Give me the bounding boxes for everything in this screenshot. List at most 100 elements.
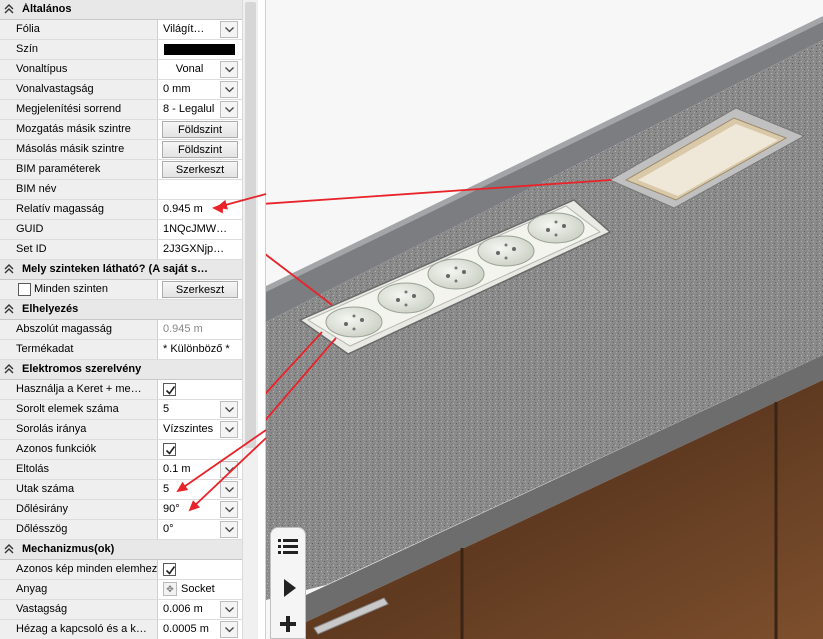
chevron-down-icon[interactable] [220, 61, 238, 78]
property-row-sorolas-iranya: Sorolás iránya Vízszintes [0, 420, 242, 440]
property-value[interactable]: 0.945 m [159, 200, 242, 219]
property-label: Másolás másik szintre [0, 140, 158, 159]
property-row-guid: GUID 1NQcJMW… [0, 220, 242, 240]
panel-scrollbar[interactable] [242, 0, 258, 639]
chevron-down-icon[interactable] [220, 81, 238, 98]
list-icon[interactable] [274, 532, 302, 560]
combo-value[interactable]: 5 [159, 480, 220, 499]
plus-icon[interactable] [274, 610, 302, 638]
property-row-szin: Szín [0, 40, 242, 60]
material-name[interactable]: Socket [181, 583, 215, 595]
combo-value[interactable]: 0.006 m [159, 600, 220, 619]
socket-3[interactable] [427, 258, 485, 290]
property-row-bim-nev: BIM név [0, 180, 242, 200]
property-label: BIM név [0, 180, 158, 199]
property-row-hezag-a-kapcsolo-es-a-k: Hézag a kapcsoló és a k… 0.0005 m [0, 620, 242, 639]
scrollbar-thumb[interactable] [245, 2, 256, 448]
chevron-down-icon[interactable] [220, 601, 238, 618]
combo-value[interactable]: 8 - Legalul [159, 100, 220, 119]
section-header-altalanos[interactable]: Általános [0, 0, 242, 20]
color-swatch[interactable] [164, 44, 235, 55]
combo-value[interactable]: 0° [159, 520, 220, 539]
scene-3d [266, 0, 823, 639]
property-row-utak-szama: Utak száma 5 [0, 480, 242, 500]
property-value[interactable] [159, 180, 242, 199]
property-label: Szín [0, 40, 158, 59]
play-icon[interactable] [274, 574, 302, 602]
property-row-set-id: Set ID 2J3GXNjp… [0, 240, 242, 260]
edit-button[interactable]: Szerkeszt [162, 281, 238, 298]
material-swatch-icon[interactable]: ✥ [163, 582, 177, 596]
chevron-down-icon[interactable] [220, 481, 238, 498]
combo-value[interactable]: Vonal [159, 60, 220, 79]
checkbox[interactable] [18, 283, 31, 296]
checkbox[interactable] [163, 563, 176, 576]
checkbox[interactable] [163, 443, 176, 456]
properties-panel: Általános Fólia Világít… Szín Vonaltípus Vona… [0, 0, 242, 639]
checkbox[interactable] [163, 383, 176, 396]
property-button[interactable]: Szerkeszt [162, 161, 238, 178]
section-title: Általános [22, 3, 72, 15]
chevron-down-icon[interactable] [220, 521, 238, 538]
property-row-relativ-magassag: Relatív magasság 0.945 m [0, 200, 242, 220]
combo-value[interactable]: 0.0005 m [159, 620, 220, 639]
double-chevron-up-icon[interactable] [4, 4, 14, 14]
section-title: Mechanizmus(ok) [22, 543, 115, 555]
double-chevron-up-icon[interactable] [4, 304, 14, 314]
3d-viewport[interactable] [266, 0, 823, 639]
checkbox-label: Minden szinten [34, 283, 108, 295]
property-button[interactable]: Földszint [162, 141, 238, 158]
section-header-mely-szinteken-lathato-a-sajat-s[interactable]: Mely szinteken látható? (A saját s… [0, 260, 242, 280]
property-row-dolesszog: Dőlésszög 0° [0, 520, 242, 540]
property-label: Azonos kép minden elemhez [0, 560, 158, 579]
socket-5[interactable] [527, 212, 585, 244]
combo-value[interactable]: 90° [159, 500, 220, 519]
property-row-azonos-funkciok: Azonos funkciók [0, 440, 242, 460]
property-label: Fólia [0, 20, 158, 39]
double-chevron-up-icon[interactable] [4, 264, 14, 274]
combo-value[interactable]: 0.1 m [159, 460, 220, 479]
combo-value[interactable]: 5 [159, 400, 220, 419]
property-label: Utak száma [0, 480, 158, 499]
property-label: Mozgatás másik szintre [0, 120, 158, 139]
section-header-elektromos-szerelveny[interactable]: Elektromos szerelvény [0, 360, 242, 380]
double-chevron-up-icon[interactable] [4, 364, 14, 374]
property-row-termekadat: Termékadat * Különböző * [0, 340, 242, 360]
combo-value[interactable]: 0 mm [159, 80, 220, 99]
property-row-eltolas: Eltolás 0.1 m [0, 460, 242, 480]
property-row-vonaltipus: Vonaltípus Vonal [0, 60, 242, 80]
property-value[interactable]: 0.945 m [159, 320, 242, 339]
property-value[interactable]: 2J3GXNjp… [159, 240, 242, 259]
socket-1[interactable] [325, 306, 383, 338]
chevron-down-icon[interactable] [220, 21, 238, 38]
socket-4[interactable] [477, 235, 535, 267]
property-row-minden-szinten: Minden szinten Szerkeszt [0, 280, 242, 300]
panel-splitter[interactable] [258, 0, 266, 639]
property-row-masolas-masik-szintre: Másolás másik szintre Földszint [0, 140, 242, 160]
combo-value[interactable]: Világít… [159, 20, 220, 39]
combo-value[interactable]: Vízszintes [159, 420, 220, 439]
chevron-down-icon[interactable] [220, 501, 238, 518]
section-header-elhelyezes[interactable]: Elhelyezés [0, 300, 242, 320]
double-chevron-up-icon[interactable] [4, 544, 14, 554]
property-label: BIM paraméterek [0, 160, 158, 179]
chevron-down-icon[interactable] [220, 621, 238, 638]
floating-toolbox [270, 527, 306, 639]
property-row-bim-parameterek: BIM paraméterek Szerkeszt [0, 160, 242, 180]
property-label: Relatív magasság [0, 200, 158, 219]
property-label: Hézag a kapcsoló és a k… [0, 620, 158, 639]
socket-2[interactable] [377, 282, 435, 314]
property-label: Set ID [0, 240, 158, 259]
property-value[interactable]: 1NQcJMW… [159, 220, 242, 239]
chevron-down-icon[interactable] [220, 401, 238, 418]
property-label: Eltolás [0, 460, 158, 479]
property-label: Dőlésirány [0, 500, 158, 519]
chevron-down-icon[interactable] [220, 101, 238, 118]
section-title: Elektromos szerelvény [22, 363, 142, 375]
chevron-down-icon[interactable] [220, 421, 238, 438]
section-header-mechanizmus-ok[interactable]: Mechanizmus(ok) [0, 540, 242, 560]
property-button[interactable]: Földszint [162, 121, 238, 138]
property-label: Termékadat [0, 340, 158, 359]
chevron-down-icon[interactable] [220, 461, 238, 478]
property-value[interactable]: * Különböző * [159, 340, 242, 359]
